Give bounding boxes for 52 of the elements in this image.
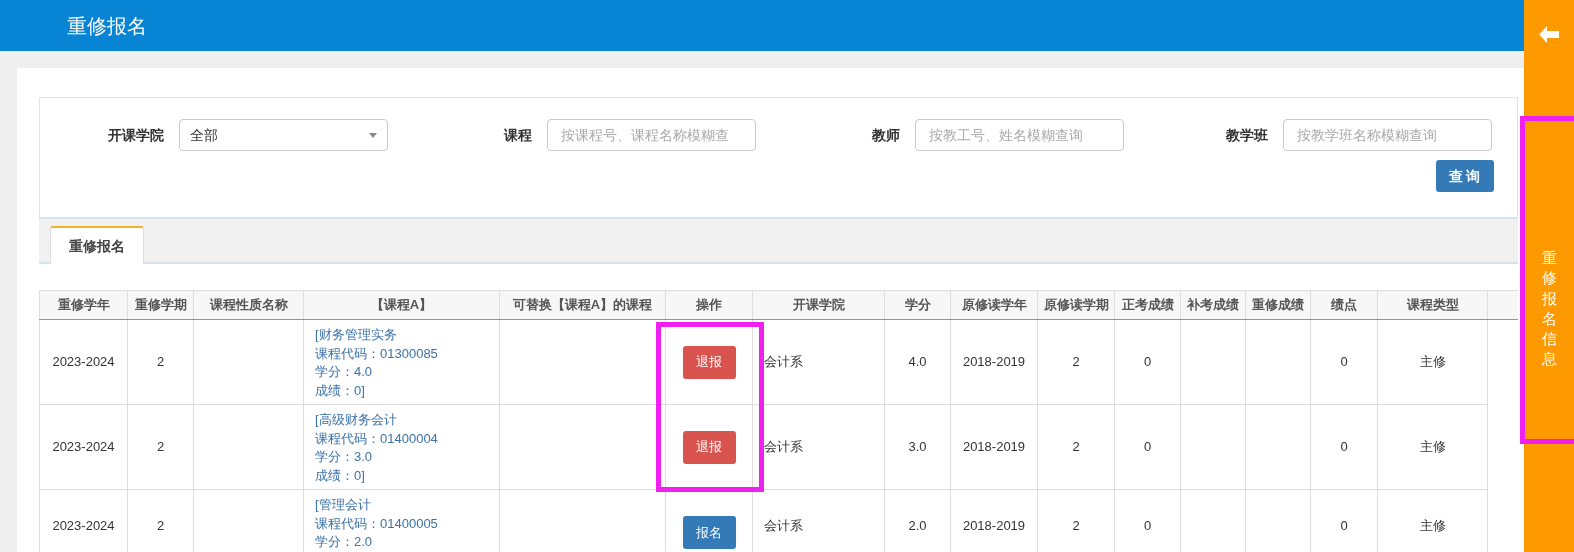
table-cell: 2023-2024 [39,404,128,490]
table-cell: 会计系 [752,319,885,405]
column-header: 绩点 [1310,290,1378,320]
filter-label: 课程 [502,125,533,145]
table-cell: 2 [127,319,194,405]
course-details: [高级财务会计 课程代码：01400004 学分：3.0 成绩：0] [315,411,439,485]
table-cell: 2 [1037,404,1115,490]
table-cell: 2023-2024 [39,319,128,405]
search-button[interactable]: 查 询 [1435,160,1494,192]
course-details: [财务管理实务 课程代码：01300085 学分：4.0 成绩：0] [315,326,439,400]
table-cell: 3.0 [884,404,951,490]
filter-label: 教师 [871,125,901,145]
select-field[interactable]: 全部 [179,119,388,151]
filter-label: 教学班 [1225,125,1269,145]
column-header: 重修学年 [39,290,128,320]
search-field[interactable]: 按教学班名称模糊查询 [1283,119,1492,151]
filter-label: 开课学院 [107,125,165,145]
table-cell: 2 [1037,319,1115,405]
tab[interactable]: 重修报名 [50,226,144,264]
table-cell: 主修 [1377,319,1488,405]
column-header: 可替换【课程A】的课程 [499,290,666,320]
column-header: 正考成绩 [1114,290,1181,320]
column-header: 补考成绩 [1180,290,1246,320]
table-cell: 2 [127,404,194,490]
column-header: 课程类型 [1377,290,1488,320]
table-cell: 4.0 [884,319,951,405]
course-details: [管理会计 课程代码：01400005 学分：2.0 [315,496,439,551]
table-cell: 主修 [1377,404,1488,490]
table-cell: 0 [1114,319,1181,405]
enroll-button[interactable]: 报名 [682,516,736,549]
table-cell: 0 [1310,319,1378,405]
withdraw-button[interactable]: 退报 [682,345,736,379]
table-cell: 2018-2019 [950,404,1038,490]
back-arrow-icon[interactable] [1539,26,1559,43]
table-cell: 0 [1114,404,1181,490]
withdraw-button[interactable]: 退报 [682,430,736,464]
column-header: 原修读学年 [950,290,1038,320]
column-header: 重修成绩 [1245,290,1311,320]
column-header: 开课学院 [752,290,885,320]
column-header: 课程性质名称 [193,290,304,320]
column-header: 学分 [884,290,951,320]
search-field[interactable]: 按课程号、课程名称模糊查 [547,119,756,151]
table-cell: 0 [1310,404,1378,490]
column-header: 重修学期 [127,290,194,320]
column-header: 【课程A】 [303,290,500,320]
table-cell: 2023-2024 [39,489,128,552]
column-header: 操作 [665,290,753,320]
column-header: 原修读学期 [1037,290,1115,320]
caret-icon [369,132,377,138]
table-cell: 2018-2019 [950,319,1038,405]
search-field[interactable]: 按教工号、姓名模糊查询 [915,119,1124,151]
page-title: 重修报名 [67,13,147,39]
